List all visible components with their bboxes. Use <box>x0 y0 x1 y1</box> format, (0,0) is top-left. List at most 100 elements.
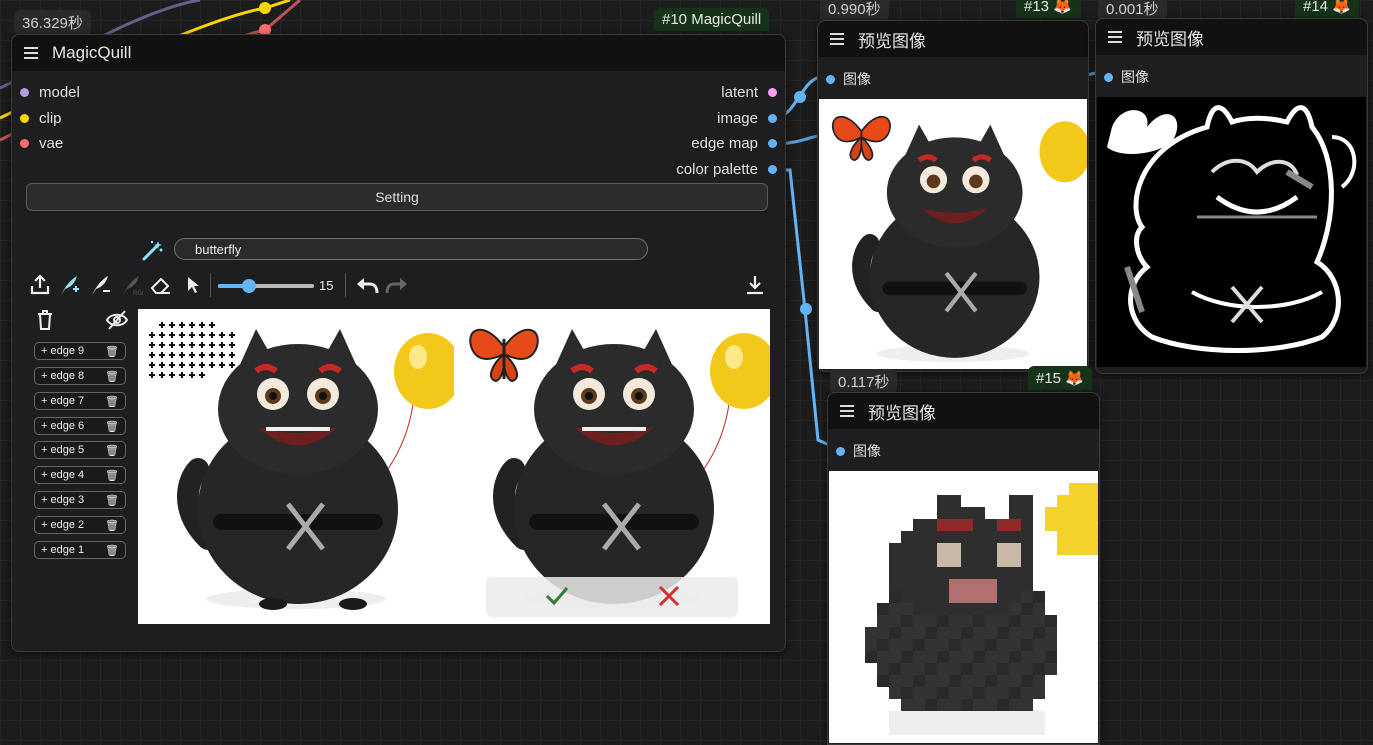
menu-icon[interactable] <box>1108 31 1124 43</box>
execution-time-badge: 0.117秒 <box>830 369 898 394</box>
download-icon[interactable] <box>742 272 768 298</box>
delete-icon[interactable]: 🗑 <box>105 469 119 482</box>
slot-dot[interactable] <box>20 139 29 148</box>
preview-image-node-15[interactable]: 预览图像 图像 <box>827 392 1100 745</box>
slot-label: clip <box>39 110 62 127</box>
slot-dot[interactable] <box>826 74 835 84</box>
slot-label: 图像 <box>853 443 881 459</box>
fox-icon: 🦊 <box>1332 0 1351 15</box>
drawing-canvas[interactable] <box>138 309 454 624</box>
magic-wand-icon[interactable] <box>140 237 166 263</box>
input-slot-model[interactable]: model <box>20 84 80 101</box>
edge-item[interactable]: + edge 1 🗑 <box>34 541 126 559</box>
edge-item[interactable]: + edge 8 🗑 <box>34 367 126 385</box>
trash-icon[interactable] <box>32 307 58 333</box>
color-brush-icon[interactable]: RGB <box>118 272 144 298</box>
input-slot-vae[interactable]: vae <box>20 135 63 152</box>
execution-time-badge: 0.990秒 <box>820 0 889 21</box>
node-header[interactable]: 预览图像 <box>1096 19 1367 55</box>
edge-item[interactable]: + edge 2 🗑 <box>34 516 126 534</box>
node-title: MagicQuill <box>52 43 132 62</box>
node-title: 预览图像 <box>868 403 936 423</box>
edge-item[interactable]: + edge 6 🗑 <box>34 417 126 435</box>
input-slot-image[interactable]: 图像 <box>1104 67 1149 87</box>
preview-image-node-13[interactable]: 预览图像 图像 <box>817 20 1089 372</box>
delete-icon[interactable]: 🗑 <box>105 519 119 532</box>
edge-item[interactable]: + edge 5 🗑 <box>34 441 126 459</box>
slot-dot[interactable] <box>1104 72 1113 82</box>
input-slot-image[interactable]: 图像 <box>826 69 871 89</box>
slot-dot[interactable] <box>20 114 29 123</box>
delete-icon[interactable]: 🗑 <box>105 494 119 507</box>
node-header[interactable]: 预览图像 <box>828 393 1099 429</box>
edge-item[interactable]: + edge 9 🗑 <box>34 342 126 360</box>
slot-dot[interactable] <box>768 88 777 97</box>
edge-label: + edge 7 <box>41 395 85 407</box>
upload-icon[interactable] <box>27 272 53 298</box>
setting-button[interactable]: Setting <box>26 183 768 211</box>
edge-item[interactable]: + edge 3 🗑 <box>34 491 126 509</box>
svg-text:RGB: RGB <box>133 291 143 297</box>
butterfly-icon <box>469 328 539 383</box>
prompt-input[interactable]: butterfly <box>174 238 648 260</box>
node-header[interactable]: 预览图像 <box>818 21 1088 57</box>
node-header[interactable]: MagicQuill <box>12 35 785 71</box>
delete-icon[interactable]: 🗑 <box>105 420 119 433</box>
edge-label: + edge 6 <box>41 420 85 432</box>
output-slot-image[interactable]: image <box>717 110 777 127</box>
edge-item[interactable]: + edge 4 🗑 <box>34 466 126 484</box>
magicquill-node[interactable]: MagicQuill model clip vae latent image e… <box>11 34 786 652</box>
menu-icon[interactable] <box>840 405 856 417</box>
delete-icon[interactable]: 🗑 <box>105 370 119 383</box>
slot-label: vae <box>39 135 64 152</box>
brush-size-value: 15 <box>319 278 334 293</box>
accept-reject-bar <box>486 577 738 617</box>
subtract-edge-brush-icon[interactable] <box>87 272 113 298</box>
result-canvas[interactable] <box>454 309 770 624</box>
edge-label: + edge 8 <box>41 370 85 382</box>
undo-icon[interactable] <box>354 272 380 298</box>
edge-label: + edge 3 <box>41 494 85 506</box>
delete-icon[interactable]: 🗑 <box>105 444 119 457</box>
preview-image <box>819 99 1087 369</box>
menu-icon[interactable] <box>830 33 846 45</box>
slot-dot[interactable] <box>20 88 29 97</box>
edge-map-preview <box>1097 97 1366 367</box>
edge-label: + edge 2 <box>41 519 85 531</box>
preview-image-node-14[interactable]: 预览图像 图像 <box>1095 18 1368 374</box>
delete-icon[interactable]: 🗑 <box>105 345 119 358</box>
slider-thumb[interactable] <box>242 279 256 293</box>
toolbar-divider <box>345 273 346 297</box>
brush-stroke-butterfly <box>150 321 238 381</box>
pointer-icon[interactable] <box>180 272 206 298</box>
slot-dot[interactable] <box>768 114 777 123</box>
cross-pattern <box>149 322 235 378</box>
node-title: 预览图像 <box>1136 29 1204 49</box>
slot-label: edge map <box>691 135 758 152</box>
output-slot-latent[interactable]: latent <box>721 84 777 101</box>
hide-eye-icon[interactable] <box>104 307 130 333</box>
slot-dot[interactable] <box>768 139 777 148</box>
slot-label: model <box>39 84 80 101</box>
slot-dot[interactable] <box>836 446 845 456</box>
redo-icon[interactable] <box>384 272 410 298</box>
edge-item[interactable]: + edge 7 🗑 <box>34 392 126 410</box>
output-slot-color-palette[interactable]: color palette <box>676 161 777 178</box>
menu-icon[interactable] <box>24 47 40 59</box>
slot-label: 图像 <box>843 71 871 87</box>
eraser-icon[interactable] <box>148 272 174 298</box>
input-slot-clip[interactable]: clip <box>20 110 62 127</box>
reject-x-icon[interactable] <box>656 583 682 614</box>
edge-label: + edge 4 <box>41 469 85 481</box>
accept-check-icon[interactable] <box>544 583 570 614</box>
brush-size-slider[interactable] <box>218 279 314 293</box>
node-id-badge: #15 🦊 <box>1028 366 1092 390</box>
delete-icon[interactable]: 🗑 <box>105 544 119 557</box>
slot-dot[interactable] <box>768 165 777 174</box>
edge-label: + edge 5 <box>41 444 85 456</box>
add-edge-brush-icon[interactable] <box>56 272 82 298</box>
input-slot-image[interactable]: 图像 <box>836 441 881 461</box>
delete-icon[interactable]: 🗑 <box>105 395 119 408</box>
output-slot-edge-map[interactable]: edge map <box>691 135 777 152</box>
slot-label: image <box>717 110 758 127</box>
